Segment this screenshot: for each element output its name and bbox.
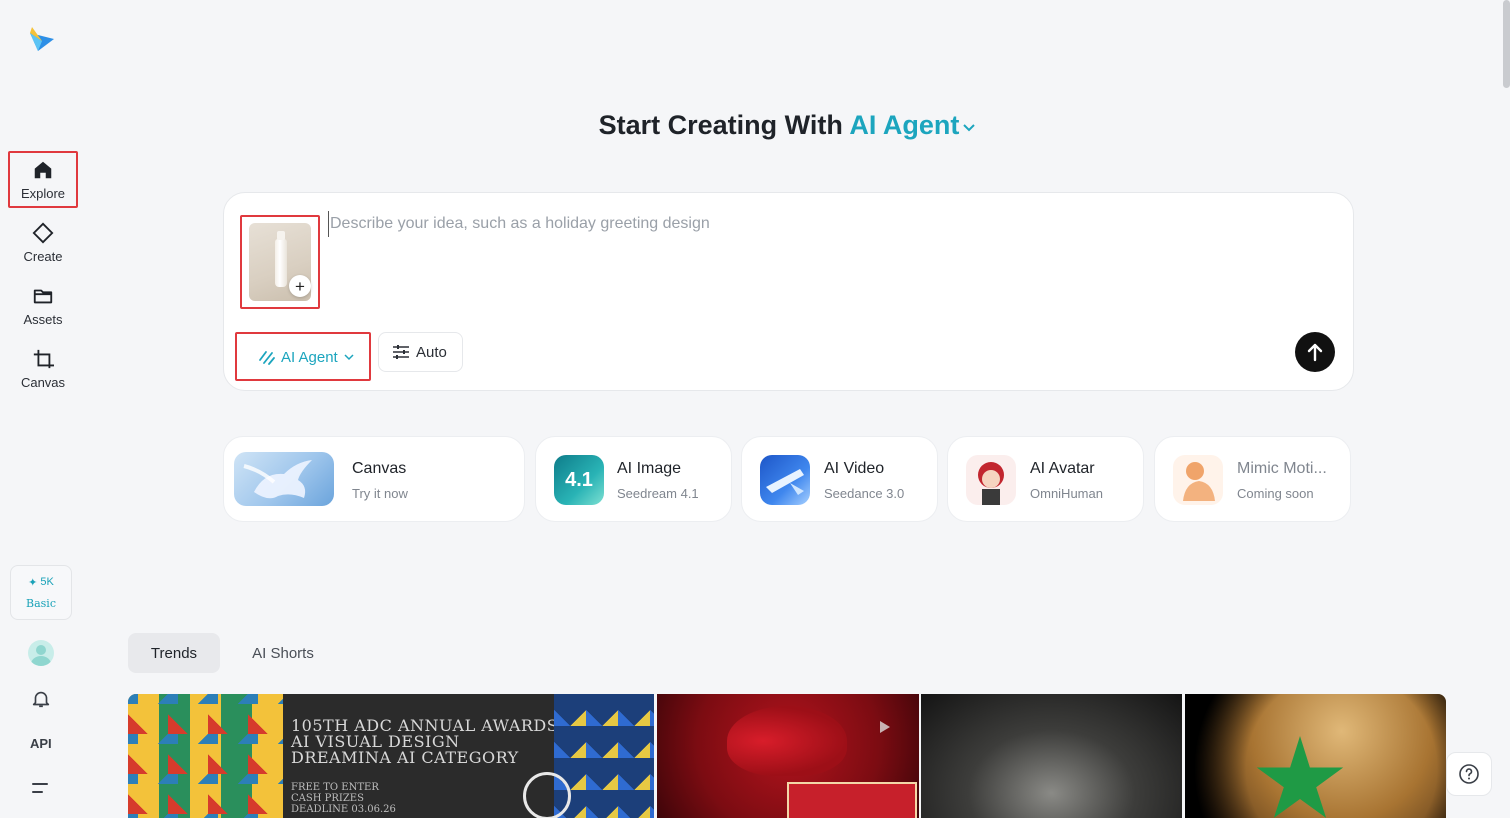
prompt-input[interactable] — [328, 211, 1288, 237]
poster-details: FREE TO ENTER CASH PRIZES DEADLINE 03.06… — [291, 782, 396, 815]
plan-label: Basic — [26, 596, 56, 610]
sliders-icon — [393, 345, 409, 359]
title-prefix: Start Creating With — [598, 110, 843, 140]
menu-icon[interactable] — [31, 781, 49, 795]
tool-subtitle: Seedream 4.1 — [617, 486, 699, 501]
agent-mode-label: AI Agent — [281, 348, 338, 366]
reference-image-slot[interactable]: + — [240, 215, 320, 309]
sidebar-item-label: Canvas — [20, 375, 66, 390]
page-title: Start Creating With AI Agent — [0, 110, 1510, 141]
credits-badge[interactable]: ✦ 5K Basic — [10, 565, 72, 620]
add-image-icon[interactable]: + — [289, 275, 311, 297]
settings-auto-button[interactable]: Auto — [378, 332, 463, 372]
gallery-item-adc-awards[interactable]: 105TH ADC ANNUAL AWARDS AI VISUAL DESIGN… — [128, 694, 654, 818]
tool-title: AI Image — [617, 460, 682, 477]
chevron-down-icon — [963, 124, 976, 132]
agent-mode-highlight: AI Agent — [235, 332, 371, 381]
help-icon — [1459, 764, 1479, 784]
adc-seal-icon — [523, 772, 571, 818]
tool-card-mimic-motion[interactable]: Mimic Moti... Coming soon — [1154, 436, 1351, 522]
scrollbar[interactable] — [1503, 0, 1510, 88]
app-logo-icon[interactable] — [26, 25, 56, 55]
mode-label: AI Agent — [849, 110, 960, 140]
gallery-item-christmas-bow[interactable] — [657, 694, 919, 818]
bell-icon[interactable] — [30, 688, 52, 710]
tab-trends[interactable]: Trends — [128, 633, 220, 673]
send-button[interactable] — [1295, 332, 1335, 372]
poster-title: 105TH ADC ANNUAL AWARDS AI VISUAL DESIGN… — [291, 716, 559, 767]
gallery-item-green-star[interactable] — [1185, 694, 1446, 818]
tool-title: Mimic Moti... — [1237, 460, 1327, 477]
seedream-icon: 4.1 — [554, 455, 604, 505]
tab-ai-shorts[interactable]: AI Shorts — [234, 633, 332, 673]
tool-card-ai-image[interactable]: 4.1 AI Image Seedream 4.1 — [535, 436, 732, 522]
tool-title: Canvas — [352, 460, 407, 477]
tool-subtitle: Seedance 3.0 — [824, 486, 905, 501]
play-icon — [880, 721, 890, 733]
pegasus-thumbnail-icon — [234, 452, 334, 506]
agent-slash-icon — [259, 351, 275, 365]
red-bow-image — [727, 706, 847, 776]
arrow-up-icon — [1307, 343, 1323, 362]
help-button[interactable] — [1446, 752, 1492, 796]
diamond-icon — [32, 222, 54, 244]
prompt-card: + AI Agent Auto — [223, 192, 1354, 391]
home-icon — [34, 161, 52, 178]
auto-label: Auto — [416, 343, 447, 361]
credits-amount: 5K — [40, 576, 54, 588]
tool-card-canvas[interactable]: Canvas Try it now — [223, 436, 525, 522]
sidebar-item-explore[interactable]: Explore — [8, 151, 78, 208]
tool-subtitle: Coming soon — [1237, 486, 1314, 501]
sidebar-item-assets[interactable]: Assets — [8, 278, 78, 334]
tool-title: AI Video — [824, 460, 885, 477]
sidebar-item-canvas[interactable]: Canvas — [8, 341, 78, 397]
sidebar-item-label: Explore — [20, 185, 66, 201]
crop-icon — [33, 349, 54, 369]
folder-icon — [33, 289, 53, 304]
gallery-item-portrait[interactable] — [921, 694, 1182, 818]
gift-box-image — [787, 782, 917, 818]
seedance-icon — [760, 455, 810, 505]
bottle-image — [275, 231, 287, 287]
sidebar-item-label: Assets — [23, 312, 63, 327]
chevron-down-icon — [344, 354, 354, 361]
agent-mode-button[interactable]: AI Agent — [246, 340, 362, 374]
sidebar-item-label: Create — [23, 249, 63, 264]
tool-subtitle: Try it now — [352, 486, 408, 501]
mimic-figure-icon — [1173, 455, 1223, 505]
sidebar-item-create[interactable]: Create — [8, 215, 78, 271]
tool-card-ai-video[interactable]: AI Video Seedance 3.0 — [741, 436, 938, 522]
sparkle-icon: ✦ — [28, 576, 38, 589]
avatar-character-icon — [966, 455, 1016, 505]
mode-selector[interactable]: AI Agent — [849, 110, 977, 140]
tool-card-ai-avatar[interactable]: AI Avatar OmniHuman — [947, 436, 1144, 522]
api-link[interactable]: API — [30, 736, 52, 751]
tool-subtitle: OmniHuman — [1030, 486, 1103, 501]
tool-title: AI Avatar — [1030, 460, 1095, 477]
poster-mosaic — [128, 694, 283, 818]
avatar[interactable] — [28, 640, 54, 666]
